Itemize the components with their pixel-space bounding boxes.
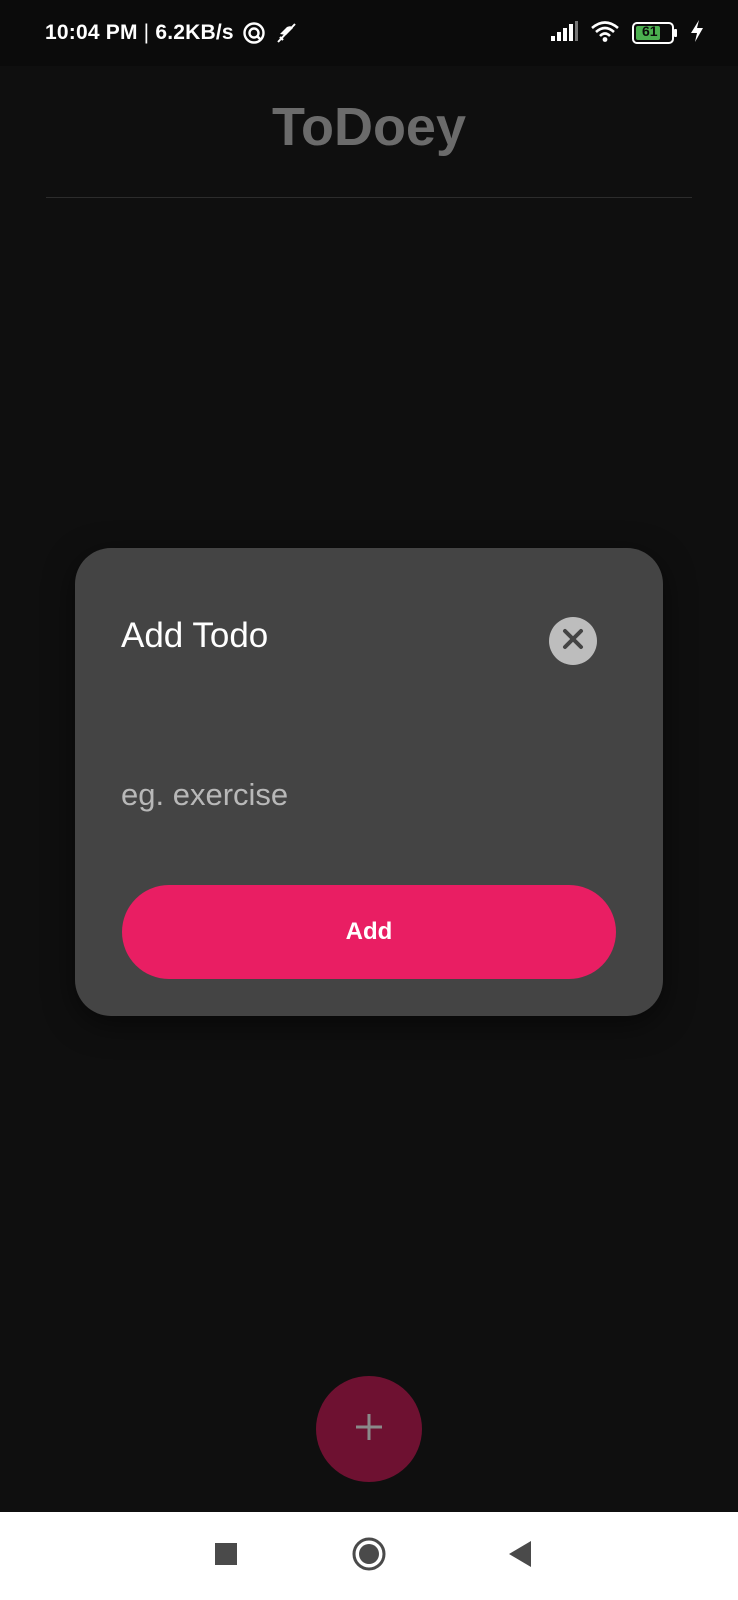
recents-button[interactable] (204, 1534, 248, 1578)
plus-icon (354, 1412, 384, 1447)
app-title: ToDoey (271, 97, 466, 157)
navigation-bar (0, 1512, 738, 1600)
back-button[interactable] (498, 1534, 542, 1578)
add-fab-button[interactable] (316, 1376, 422, 1482)
status-separator: | (143, 21, 150, 44)
back-icon (507, 1540, 533, 1573)
recents-icon (214, 1542, 238, 1571)
status-right: 61 (550, 19, 704, 47)
battery-icon: 61 (632, 22, 678, 44)
todo-input[interactable] (121, 770, 611, 820)
home-icon (351, 1536, 387, 1577)
close-icon (561, 627, 585, 656)
wifi-icon (590, 20, 620, 47)
network-speed: 6.2KB/s (155, 21, 234, 44)
status-left: 10:04 PM | 6.2KB/s (45, 21, 298, 45)
status-time: 10:04 PM (45, 21, 138, 44)
screen: 10:04 PM | 6.2KB/s 61 ToDoey Add Todo eg… (0, 0, 738, 1600)
do-not-disturb-icon (274, 21, 298, 45)
add-button[interactable]: Add (122, 885, 616, 979)
charging-icon (690, 19, 704, 47)
header-divider (46, 197, 692, 198)
dialog-title: Add Todo (121, 616, 269, 655)
sync-icon (242, 21, 266, 45)
add-todo-dialog: Add Todo Add (75, 548, 663, 1016)
signal-icon (550, 20, 578, 46)
status-bar: 10:04 PM | 6.2KB/s 61 (0, 0, 738, 66)
battery-level: 61 (642, 23, 658, 39)
close-button[interactable] (549, 617, 597, 665)
home-button[interactable] (347, 1534, 391, 1578)
